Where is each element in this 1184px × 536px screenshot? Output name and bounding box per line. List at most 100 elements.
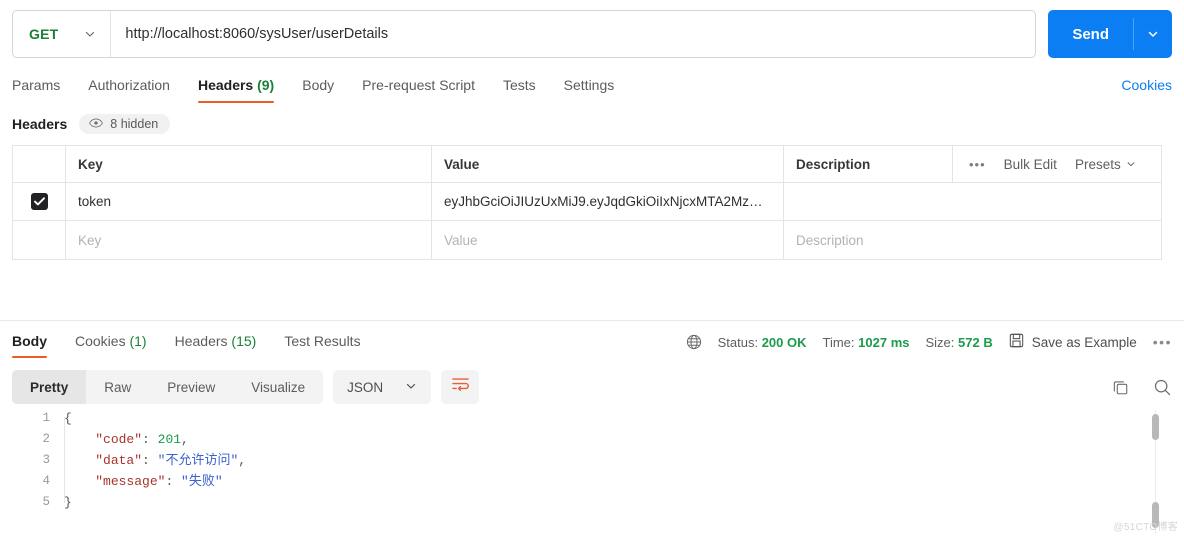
response-format-value: JSON bbox=[347, 379, 384, 395]
time-value: 1027 ms bbox=[858, 334, 910, 350]
response-tab-test-results[interactable]: Test Results bbox=[270, 331, 374, 358]
code-line-number: 4 bbox=[42, 474, 50, 488]
view-mode-preview[interactable]: Preview bbox=[149, 370, 233, 404]
presets-button[interactable]: Presets bbox=[1075, 157, 1136, 172]
tab-headers-count: (9) bbox=[257, 77, 275, 93]
code-token: "message" bbox=[95, 474, 166, 489]
size-label: Size: bbox=[925, 334, 955, 350]
response-body-code[interactable]: 1 2 3 4 5 { "code": 201, "data": "不允许访问", "m… bbox=[0, 408, 1184, 536]
code-line-number: 1 bbox=[42, 411, 50, 425]
copy-icon[interactable] bbox=[1112, 379, 1129, 396]
size-value: 572 B bbox=[958, 334, 993, 350]
row-checkbox[interactable] bbox=[30, 193, 48, 210]
word-wrap-toggle[interactable] bbox=[441, 370, 480, 404]
response-tab-headers-label: Headers bbox=[174, 332, 228, 349]
empty-row-key-placeholder: Key bbox=[78, 232, 102, 248]
hidden-headers-label: 8 hidden bbox=[110, 117, 159, 131]
code-token: "code" bbox=[95, 432, 143, 447]
row-value-cell[interactable]: eyJhbGciOiJIUzUxMiJ9.eyJqdGkiOiIxNjcxMTA… bbox=[432, 183, 784, 220]
tab-headers-label: Headers bbox=[197, 77, 254, 93]
view-mode-pretty[interactable]: Pretty bbox=[12, 370, 87, 404]
request-tabs: Params Authorization Headers (9) Body Pr… bbox=[0, 72, 1184, 104]
tab-tests[interactable]: Tests bbox=[489, 73, 550, 103]
column-header-description: Description bbox=[796, 156, 871, 172]
tab-tests-label: Tests bbox=[502, 77, 536, 93]
save-as-example-button[interactable]: Save as Example bbox=[1009, 333, 1137, 351]
cookies-link[interactable]: Cookies bbox=[1121, 77, 1172, 99]
tab-settings[interactable]: Settings bbox=[550, 73, 629, 103]
watermark: @51CTO博客 bbox=[1113, 522, 1178, 533]
code-content[interactable]: { "code": 201, "data": "不允许访问", "message… bbox=[64, 408, 1134, 536]
url-input[interactable] bbox=[111, 26, 1036, 42]
headers-section-header: Headers 8 hidden bbox=[12, 114, 171, 134]
response-tab-body[interactable]: Body bbox=[12, 331, 61, 358]
response-format-select[interactable]: JSON bbox=[333, 370, 432, 404]
row-value-text: eyJhbGciOiJIUzUxMiJ9.eyJqdGkiOiIxNjcxMTA… bbox=[444, 194, 763, 209]
table-row[interactable]: token eyJhbGciOiJIUzUxMiJ9.eyJqdGkiOiIxN… bbox=[13, 183, 1161, 221]
tab-body[interactable]: Body bbox=[288, 73, 348, 103]
save-icon bbox=[1009, 333, 1024, 351]
http-method-selector[interactable]: GET bbox=[13, 11, 112, 57]
headers-section-title: Headers bbox=[12, 116, 68, 132]
send-options-caret-icon[interactable] bbox=[1134, 10, 1172, 58]
headers-table: Key Value Description ••• Bulk Edit Pres… bbox=[12, 145, 1162, 260]
response-tab-headers[interactable]: Headers (15) bbox=[161, 331, 271, 358]
code-token: { bbox=[64, 411, 72, 426]
eye-icon bbox=[89, 117, 104, 131]
body-view-mode-group: Pretty Raw Preview Visualize bbox=[12, 370, 324, 404]
response-header: Body Cookies (1) Headers (15) Test Resul… bbox=[0, 327, 1184, 361]
hidden-headers-toggle[interactable]: 8 hidden bbox=[79, 114, 171, 134]
code-token: "失败" bbox=[181, 474, 223, 489]
code-line-number: 5 bbox=[42, 495, 50, 509]
response-body-toolbar: Pretty Raw Preview Visualize JSON bbox=[12, 370, 1172, 404]
pane-splitter[interactable] bbox=[0, 320, 1184, 321]
header-cell-description: Description ••• Bulk Edit Presets bbox=[784, 146, 1161, 182]
row-checkbox-cell bbox=[13, 183, 66, 220]
response-tab-body-label: Body bbox=[12, 332, 47, 349]
http-method-label: GET bbox=[29, 26, 59, 42]
code-token: "data" bbox=[95, 453, 143, 468]
response-tab-cookies[interactable]: Cookies (1) bbox=[61, 331, 161, 358]
code-line: { bbox=[64, 408, 1134, 429]
bulk-edit-button[interactable]: Bulk Edit bbox=[1004, 157, 1057, 172]
empty-row-value-cell[interactable]: Value bbox=[432, 221, 784, 259]
tab-pre-request-script[interactable]: Pre-request Script bbox=[348, 73, 489, 103]
code-token: : bbox=[142, 453, 158, 468]
chevron-down-icon bbox=[1126, 157, 1136, 172]
tab-params-label: Params bbox=[12, 77, 61, 93]
chevron-down-icon bbox=[84, 28, 96, 40]
headers-table-tools: ••• Bulk Edit Presets bbox=[952, 146, 1136, 182]
response-more-options-icon[interactable]: ••• bbox=[1153, 334, 1172, 350]
row-key-cell[interactable]: token bbox=[66, 183, 432, 220]
status-label: Status: bbox=[717, 334, 759, 350]
word-wrap-icon bbox=[451, 376, 470, 398]
code-line-number: 3 bbox=[42, 453, 50, 467]
tab-params[interactable]: Params bbox=[12, 73, 74, 103]
code-line-number: 2 bbox=[42, 432, 50, 446]
view-mode-visualize[interactable]: Visualize bbox=[233, 370, 323, 404]
presets-label: Presets bbox=[1074, 156, 1121, 172]
send-button[interactable]: Send bbox=[1048, 10, 1172, 58]
tab-authorization[interactable]: Authorization bbox=[74, 73, 184, 103]
time-label: Time: bbox=[822, 334, 855, 350]
url-bar: GET bbox=[12, 10, 1037, 58]
chevron-down-icon bbox=[405, 380, 417, 395]
save-as-example-label: Save as Example bbox=[1031, 334, 1137, 350]
view-mode-raw[interactable]: Raw bbox=[86, 370, 149, 404]
table-row-empty[interactable]: Key Value Description bbox=[13, 221, 1161, 259]
empty-row-description-cell[interactable]: Description bbox=[784, 221, 1161, 259]
code-scrollbar-thumb-top[interactable] bbox=[1152, 414, 1159, 440]
tab-headers[interactable]: Headers (9) bbox=[184, 73, 288, 103]
url-bar-row: GET Send bbox=[0, 10, 1184, 62]
status-value: 200 OK bbox=[761, 334, 807, 350]
more-options-icon[interactable]: ••• bbox=[969, 158, 986, 171]
time-badge: Time: 1027 ms bbox=[823, 335, 910, 350]
empty-row-checkbox-cell bbox=[13, 221, 66, 259]
search-icon[interactable] bbox=[1153, 378, 1172, 397]
code-token: : bbox=[165, 474, 182, 489]
tab-authorization-label: Authorization bbox=[88, 77, 170, 93]
tab-settings-label: Settings bbox=[563, 77, 615, 93]
empty-row-key-cell[interactable]: Key bbox=[66, 221, 432, 259]
row-description-cell[interactable] bbox=[784, 183, 1161, 220]
